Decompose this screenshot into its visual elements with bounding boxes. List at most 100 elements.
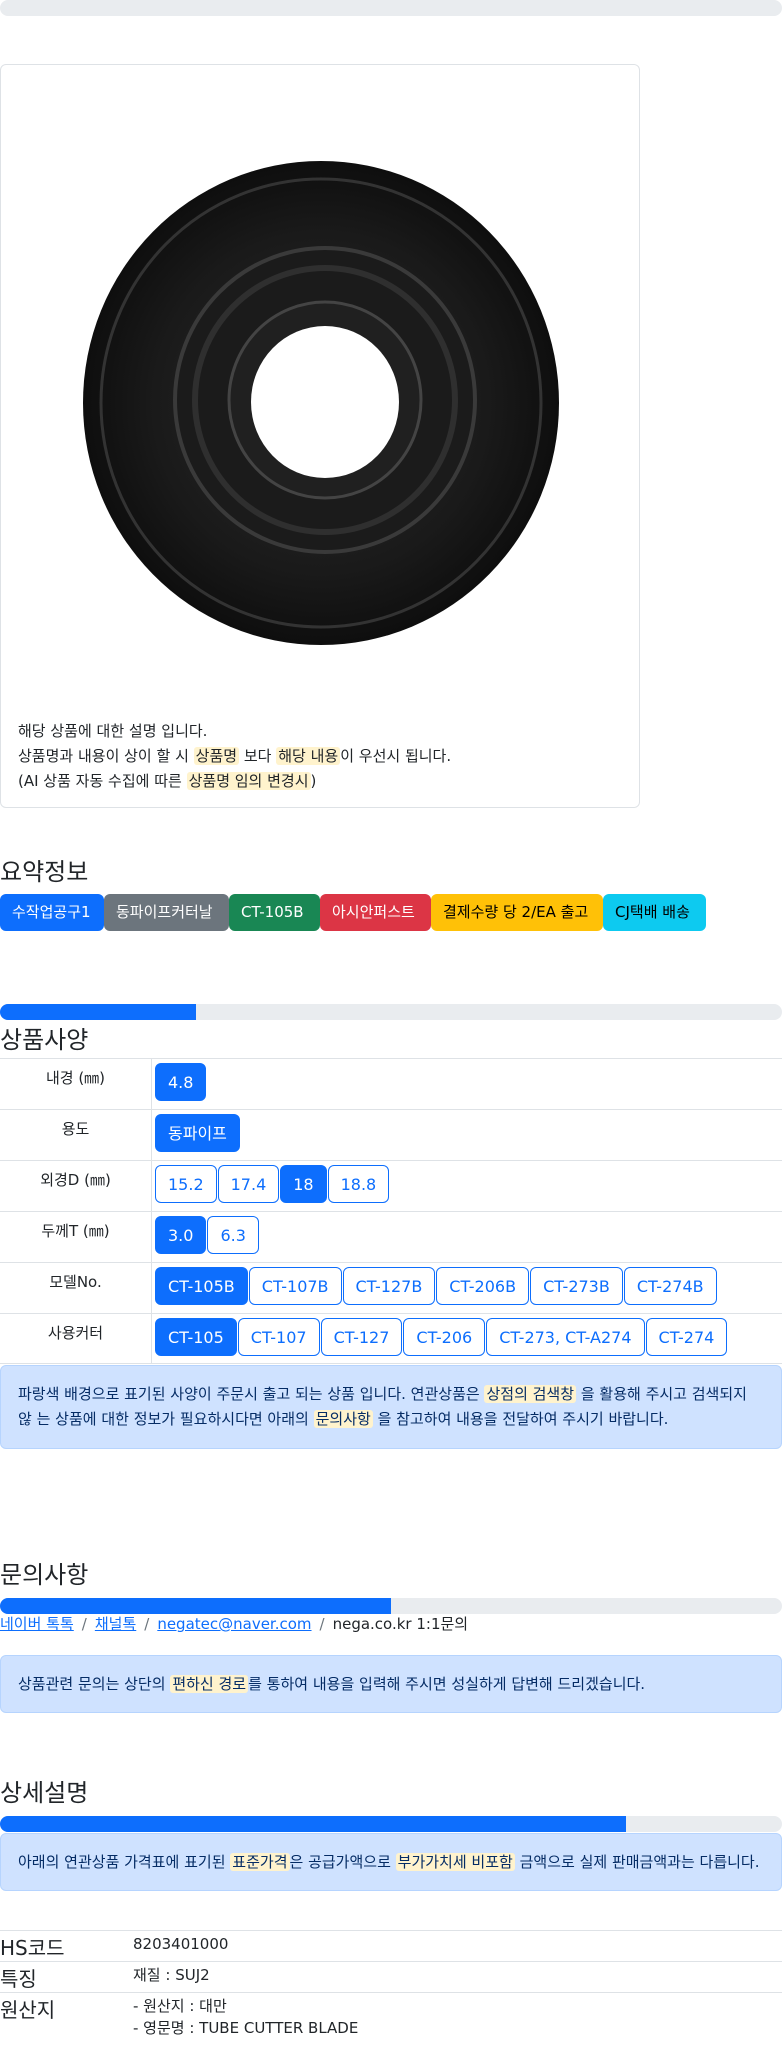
spec-options: 4.8 bbox=[152, 1059, 782, 1109]
info-row-origin: 원산지 - 원산지 : 대만 - 영문명 : TUBE CUTTER BLADE bbox=[0, 1992, 782, 2044]
desc-line-1: 해당 상품에 대한 설명 입니다. bbox=[18, 722, 208, 740]
highlight: 부가가치세 비포함 bbox=[395, 1853, 515, 1871]
desc-text: 보다 bbox=[243, 747, 272, 765]
badge-category: 수작업공구1 bbox=[0, 894, 104, 931]
spec-option[interactable]: 17.4 bbox=[217, 1165, 280, 1203]
detail-progress bbox=[0, 1816, 782, 1832]
notice-text: 를 통하여 내용을 입력해 주시면 성실하게 답변해 드리겠습니다. bbox=[248, 1675, 646, 1693]
product-description: 해당 상품에 대한 설명 입니다. 상품명과 내용이 상이 할 시 상품명 보다… bbox=[18, 719, 451, 794]
inquiry-progress-fill bbox=[0, 1598, 391, 1614]
spec-row-thickness: 두께T (㎜) 3.0 6.3 bbox=[0, 1211, 782, 1262]
spec-label: 사용커터 bbox=[0, 1314, 152, 1363]
info-key: HS코드 bbox=[0, 1936, 65, 1960]
top-progress-bar bbox=[0, 0, 782, 16]
channel-talk-link[interactable]: 채널톡 bbox=[95, 1615, 136, 1633]
notice-text: 상품관련 문의는 상단의 bbox=[18, 1675, 166, 1693]
spec-row-usage: 용도 동파이프 bbox=[0, 1109, 782, 1160]
spec-option[interactable]: CT-127 bbox=[320, 1318, 403, 1356]
inquiry-progress bbox=[0, 1598, 782, 1614]
spec-option[interactable]: 18 bbox=[280, 1165, 327, 1203]
summary-title: 요약정보 bbox=[0, 858, 89, 886]
product-image bbox=[83, 161, 559, 645]
info-key: 원산지 bbox=[0, 1998, 56, 2022]
spec-option[interactable]: CT-107 bbox=[237, 1318, 320, 1356]
highlight: 해당 내용 bbox=[276, 747, 341, 765]
inquiry-title: 문의사항 bbox=[0, 1561, 89, 1589]
notice-text: 는 상품에 대한 정보가 필요하시다면 아래의 bbox=[36, 1410, 309, 1428]
origin-line: - 영문명 : TUBE CUTTER BLADE bbox=[133, 2019, 359, 2037]
spec-option[interactable]: CT-127B bbox=[342, 1267, 436, 1305]
highlight: 문의사항 bbox=[313, 1410, 373, 1428]
spec-label: 외경D (㎜) bbox=[0, 1161, 152, 1211]
info-value: 8203401000 bbox=[133, 1935, 229, 1953]
notice-text: 아래의 연관상품 가격표에 표기된 bbox=[18, 1853, 226, 1871]
detail-notice: 아래의 연관상품 가격표에 표기된 표준가격 은 공급가액으로 부가가치세 비포함… bbox=[0, 1833, 782, 1891]
spec-option[interactable]: CT-274 bbox=[645, 1318, 728, 1356]
inquiry-links: 네이버 톡톡 / 채널톡 / negatec@naver.com / nega.co.kr … bbox=[0, 1613, 468, 1634]
spec-option[interactable]: CT-206 bbox=[403, 1318, 486, 1356]
spec-option[interactable]: CT-274B bbox=[623, 1267, 717, 1305]
highlight: 상품명 임의 변경시 bbox=[186, 772, 311, 790]
spec-option[interactable]: 18.8 bbox=[327, 1165, 390, 1203]
separator: / bbox=[81, 1615, 87, 1633]
desc-line-2: 상품명과 내용이 상이 할 시 상품명 보다 해당 내용 이 우선시 됩니다. bbox=[18, 744, 451, 769]
spec-title: 상품사양 bbox=[0, 1026, 89, 1054]
spec-option[interactable]: 15.2 bbox=[155, 1165, 217, 1203]
spec-options: CT-105 CT-107 CT-127 CT-206 CT-273, CT-A… bbox=[152, 1314, 782, 1363]
spec-option[interactable]: CT-107B bbox=[248, 1267, 342, 1305]
spec-row-inner-diameter: 내경 (㎜) 4.8 bbox=[0, 1058, 782, 1109]
spec-option[interactable]: 6.3 bbox=[207, 1216, 259, 1254]
detail-title: 상세설명 bbox=[0, 1779, 89, 1807]
spec-row-outer-diameter: 외경D (㎜) 15.2 17.4 18 18.8 bbox=[0, 1160, 782, 1211]
desc-text: ) bbox=[310, 772, 317, 790]
highlight: 편하신 경로 bbox=[170, 1675, 249, 1693]
badge-quantity: 결제수량 당 2/EA 출고 bbox=[431, 894, 603, 931]
spec-option[interactable]: CT-105 bbox=[155, 1318, 237, 1356]
spec-options: CT-105B CT-107B CT-127B CT-206B CT-273B … bbox=[152, 1263, 782, 1313]
product-card: 해당 상품에 대한 설명 입니다. 상품명과 내용이 상이 할 시 상품명 보다… bbox=[0, 64, 640, 808]
notice-text: 을 참고하여 내용을 전달하여 주시기 바랍니다. bbox=[377, 1410, 669, 1428]
spec-notice: 파랑색 배경으로 표기된 사양이 주문시 출고 되는 상품 입니다. 연관상품은… bbox=[0, 1365, 782, 1449]
email-link[interactable]: negatec@naver.com bbox=[157, 1615, 311, 1633]
spec-progress bbox=[0, 1004, 782, 1020]
info-value: - 원산지 : 대만 - 영문명 : TUBE CUTTER BLADE bbox=[133, 1993, 782, 2044]
highlight: 상품명 bbox=[193, 747, 240, 765]
spec-label: 두께T (㎜) bbox=[0, 1212, 152, 1262]
info-table: HS코드 8203401000 특징 재질 : SUJ2 원산지 - 원산지 :… bbox=[0, 1930, 782, 2044]
spec-option[interactable]: CT-105B bbox=[155, 1267, 248, 1305]
spec-table: 내경 (㎜) 4.8 용도 동파이프 외경D (㎜) 15.2 17.4 18 … bbox=[0, 1058, 782, 1364]
spec-label: 모델No. bbox=[0, 1263, 152, 1313]
desc-text: (AI 상품 자동 수집에 따른 bbox=[18, 772, 182, 790]
separator: / bbox=[319, 1615, 325, 1633]
badge-model: CT-105B bbox=[229, 894, 320, 931]
spec-option[interactable]: 4.8 bbox=[155, 1063, 207, 1101]
badge-brand: 아시안퍼스트 bbox=[320, 894, 431, 931]
site-inquiry: nega.co.kr 1:1문의 bbox=[332, 1615, 469, 1633]
notice-text: 은 공급가액으로 bbox=[289, 1853, 391, 1871]
spec-row-model: 모델No. CT-105B CT-107B CT-127B CT-206B CT… bbox=[0, 1262, 782, 1313]
spec-option[interactable]: CT-206B bbox=[436, 1267, 530, 1305]
notice-text: 금액으로 실제 판매금액과는 다릅니다. bbox=[519, 1853, 760, 1871]
inquiry-notice: 상품관련 문의는 상단의 편하신 경로 를 통하여 내용을 입력해 주시면 성실하… bbox=[0, 1655, 782, 1713]
info-row-hs: HS코드 8203401000 bbox=[0, 1930, 782, 1961]
summary-badges: 수작업공구1 동파이프커터날 CT-105B 아시안퍼스트 결제수량 당 2/E… bbox=[0, 894, 706, 931]
detail-progress-fill bbox=[0, 1816, 626, 1832]
separator: / bbox=[144, 1615, 150, 1633]
desc-line-3: (AI 상품 자동 수집에 따른 상품명 임의 변경시) bbox=[18, 769, 451, 794]
highlight: 표준가격 bbox=[230, 1853, 290, 1871]
desc-text: 상품명과 내용이 상이 할 시 bbox=[18, 747, 189, 765]
info-key: 특징 bbox=[0, 1967, 37, 1991]
spec-option[interactable]: 3.0 bbox=[155, 1216, 207, 1254]
badge-shipping: CJ택배 배송 bbox=[603, 894, 706, 931]
spec-options: 3.0 6.3 bbox=[152, 1212, 782, 1262]
naver-talk-link[interactable]: 네이버 톡톡 bbox=[0, 1615, 74, 1633]
highlight: 상점의 검색창 bbox=[484, 1385, 577, 1403]
info-row-feature: 특징 재질 : SUJ2 bbox=[0, 1961, 782, 1992]
spec-option[interactable]: CT-273B bbox=[530, 1267, 623, 1305]
desc-text: 이 우선시 됩니다. bbox=[340, 747, 452, 765]
spec-option[interactable]: 동파이프 bbox=[155, 1114, 240, 1152]
origin-line: - 원산지 : 대만 bbox=[133, 1997, 227, 2015]
spec-options: 동파이프 bbox=[152, 1110, 782, 1160]
spec-label: 용도 bbox=[0, 1110, 152, 1160]
spec-option[interactable]: CT-273, CT-A274 bbox=[486, 1318, 645, 1356]
